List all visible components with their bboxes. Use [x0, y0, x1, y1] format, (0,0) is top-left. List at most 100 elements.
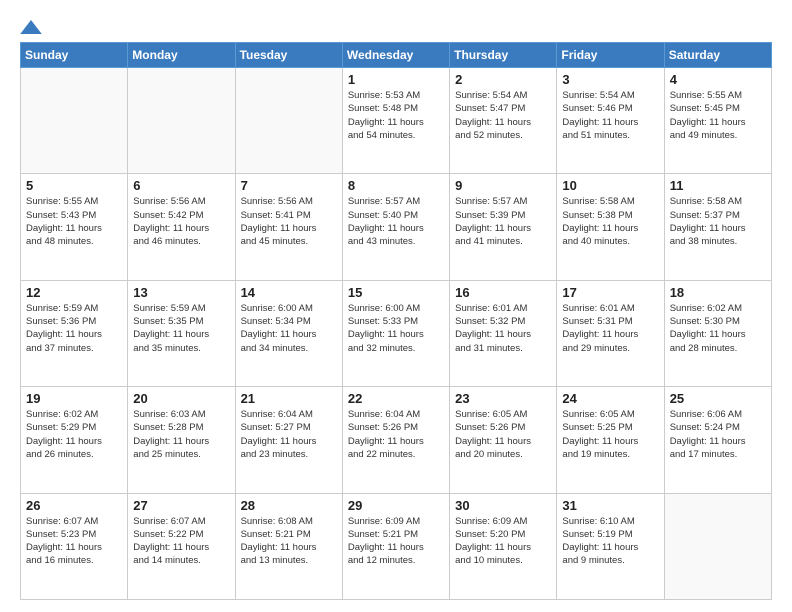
cell-text: Sunrise: 6:10 AM Sunset: 5:19 PM Dayligh… [562, 515, 658, 568]
week-row-3: 19 Sunrise: 6:02 AM Sunset: 5:29 PM Dayli… [21, 387, 772, 493]
day-number: 11 [670, 178, 766, 193]
day-number: 4 [670, 72, 766, 87]
cell-text: Sunrise: 6:02 AM Sunset: 5:29 PM Dayligh… [26, 408, 122, 461]
week-row-4: 26 Sunrise: 6:07 AM Sunset: 5:23 PM Dayli… [21, 493, 772, 599]
calendar-cell: 21 Sunrise: 6:04 AM Sunset: 5:27 PM Dayli… [235, 387, 342, 493]
calendar-body: 1Sunrise: 5:53 AM Sunset: 5:48 PM Daylig… [21, 68, 772, 600]
calendar-cell: 4 Sunrise: 5:55 AM Sunset: 5:45 PM Daylig… [664, 68, 771, 174]
cell-text: Sunrise: 6:04 AM Sunset: 5:27 PM Dayligh… [241, 408, 337, 461]
day-number: 12 [26, 285, 122, 300]
week-row-1: 5 Sunrise: 5:55 AM Sunset: 5:43 PM Daylig… [21, 174, 772, 280]
calendar-cell: 22Sunrise: 6:04 AM Sunset: 5:26 PM Dayli… [342, 387, 449, 493]
calendar-cell: 18 Sunrise: 6:02 AM Sunset: 5:30 PM Dayli… [664, 280, 771, 386]
calendar-cell: 27 Sunrise: 6:07 AM Sunset: 5:22 PM Dayli… [128, 493, 235, 599]
cell-text: Sunrise: 5:54 AM Sunset: 5:47 PM Dayligh… [455, 89, 551, 142]
header-row: SundayMondayTuesdayWednesdayThursdayFrid… [21, 43, 772, 68]
day-number: 30 [455, 498, 551, 513]
cell-text: Sunrise: 6:05 AM Sunset: 5:25 PM Dayligh… [562, 408, 658, 461]
day-number: 31 [562, 498, 658, 513]
header-day-friday: Friday [557, 43, 664, 68]
day-number: 28 [241, 498, 337, 513]
cell-text: Sunrise: 5:58 AM Sunset: 5:38 PM Dayligh… [562, 195, 658, 248]
calendar-cell: 2 Sunrise: 5:54 AM Sunset: 5:47 PM Daylig… [450, 68, 557, 174]
header-day-tuesday: Tuesday [235, 43, 342, 68]
day-number: 17 [562, 285, 658, 300]
day-number: 19 [26, 391, 122, 406]
header-day-monday: Monday [128, 43, 235, 68]
header-day-wednesday: Wednesday [342, 43, 449, 68]
cell-text: Sunrise: 6:02 AM Sunset: 5:30 PM Dayligh… [670, 302, 766, 355]
cell-text: Sunrise: 5:58 AM Sunset: 5:37 PM Dayligh… [670, 195, 766, 248]
day-number: 20 [133, 391, 229, 406]
week-row-2: 12 Sunrise: 5:59 AM Sunset: 5:36 PM Dayli… [21, 280, 772, 386]
day-number: 16 [455, 285, 551, 300]
calendar-cell: 31 Sunrise: 6:10 AM Sunset: 5:19 PM Dayli… [557, 493, 664, 599]
logo [20, 18, 46, 34]
calendar-cell [664, 493, 771, 599]
cell-text: Sunrise: 6:00 AM Sunset: 5:34 PM Dayligh… [241, 302, 337, 355]
cell-text: Sunrise: 6:07 AM Sunset: 5:23 PM Dayligh… [26, 515, 122, 568]
day-number: 29 [348, 498, 444, 513]
calendar-cell: 25 Sunrise: 6:06 AM Sunset: 5:24 PM Dayli… [664, 387, 771, 493]
cell-text: Sunrise: 6:01 AM Sunset: 5:31 PM Dayligh… [562, 302, 658, 355]
day-number: 18 [670, 285, 766, 300]
day-number: 21 [241, 391, 337, 406]
week-row-0: 1Sunrise: 5:53 AM Sunset: 5:48 PM Daylig… [21, 68, 772, 174]
day-number: 2 [455, 72, 551, 87]
calendar-header: SundayMondayTuesdayWednesdayThursdayFrid… [21, 43, 772, 68]
calendar-table: SundayMondayTuesdayWednesdayThursdayFrid… [20, 42, 772, 600]
day-number: 13 [133, 285, 229, 300]
calendar-cell: 3Sunrise: 5:54 AM Sunset: 5:46 PM Daylig… [557, 68, 664, 174]
calendar-cell: 30Sunrise: 6:09 AM Sunset: 5:20 PM Dayli… [450, 493, 557, 599]
day-number: 8 [348, 178, 444, 193]
day-number: 26 [26, 498, 122, 513]
cell-text: Sunrise: 6:03 AM Sunset: 5:28 PM Dayligh… [133, 408, 229, 461]
calendar-cell: 14Sunrise: 6:00 AM Sunset: 5:34 PM Dayli… [235, 280, 342, 386]
calendar-cell [128, 68, 235, 174]
cell-text: Sunrise: 5:53 AM Sunset: 5:48 PM Dayligh… [348, 89, 444, 142]
cell-text: Sunrise: 5:59 AM Sunset: 5:36 PM Dayligh… [26, 302, 122, 355]
cell-text: Sunrise: 6:05 AM Sunset: 5:26 PM Dayligh… [455, 408, 551, 461]
day-number: 7 [241, 178, 337, 193]
calendar-cell: 9 Sunrise: 5:57 AM Sunset: 5:39 PM Daylig… [450, 174, 557, 280]
calendar-cell: 16 Sunrise: 6:01 AM Sunset: 5:32 PM Dayli… [450, 280, 557, 386]
cell-text: Sunrise: 5:55 AM Sunset: 5:43 PM Dayligh… [26, 195, 122, 248]
cell-text: Sunrise: 6:06 AM Sunset: 5:24 PM Dayligh… [670, 408, 766, 461]
cell-text: Sunrise: 6:08 AM Sunset: 5:21 PM Dayligh… [241, 515, 337, 568]
calendar-cell [21, 68, 128, 174]
day-number: 3 [562, 72, 658, 87]
day-number: 27 [133, 498, 229, 513]
cell-text: Sunrise: 5:56 AM Sunset: 5:41 PM Dayligh… [241, 195, 337, 248]
day-number: 24 [562, 391, 658, 406]
cell-text: Sunrise: 5:55 AM Sunset: 5:45 PM Dayligh… [670, 89, 766, 142]
calendar-cell: 12 Sunrise: 5:59 AM Sunset: 5:36 PM Dayli… [21, 280, 128, 386]
header-day-sunday: Sunday [21, 43, 128, 68]
calendar-cell: 5 Sunrise: 5:55 AM Sunset: 5:43 PM Daylig… [21, 174, 128, 280]
calendar-cell: 8Sunrise: 5:57 AM Sunset: 5:40 PM Daylig… [342, 174, 449, 280]
header-day-saturday: Saturday [664, 43, 771, 68]
day-number: 9 [455, 178, 551, 193]
cell-text: Sunrise: 6:04 AM Sunset: 5:26 PM Dayligh… [348, 408, 444, 461]
cell-text: Sunrise: 6:09 AM Sunset: 5:21 PM Dayligh… [348, 515, 444, 568]
calendar-cell: 1Sunrise: 5:53 AM Sunset: 5:48 PM Daylig… [342, 68, 449, 174]
calendar-cell: 19 Sunrise: 6:02 AM Sunset: 5:29 PM Dayli… [21, 387, 128, 493]
day-number: 5 [26, 178, 122, 193]
calendar-cell: 10Sunrise: 5:58 AM Sunset: 5:38 PM Dayli… [557, 174, 664, 280]
day-number: 23 [455, 391, 551, 406]
page: SundayMondayTuesdayWednesdayThursdayFrid… [0, 0, 792, 612]
calendar-cell: 24 Sunrise: 6:05 AM Sunset: 5:25 PM Dayli… [557, 387, 664, 493]
day-number: 25 [670, 391, 766, 406]
cell-text: Sunrise: 5:59 AM Sunset: 5:35 PM Dayligh… [133, 302, 229, 355]
cell-text: Sunrise: 6:01 AM Sunset: 5:32 PM Dayligh… [455, 302, 551, 355]
cell-text: Sunrise: 5:56 AM Sunset: 5:42 PM Dayligh… [133, 195, 229, 248]
header-day-thursday: Thursday [450, 43, 557, 68]
cell-text: Sunrise: 5:57 AM Sunset: 5:39 PM Dayligh… [455, 195, 551, 248]
logo-icon [20, 20, 42, 34]
cell-text: Sunrise: 6:07 AM Sunset: 5:22 PM Dayligh… [133, 515, 229, 568]
calendar-cell: 28 Sunrise: 6:08 AM Sunset: 5:21 PM Dayli… [235, 493, 342, 599]
cell-text: Sunrise: 6:00 AM Sunset: 5:33 PM Dayligh… [348, 302, 444, 355]
calendar-cell: 15 Sunrise: 6:00 AM Sunset: 5:33 PM Dayli… [342, 280, 449, 386]
day-number: 15 [348, 285, 444, 300]
calendar-cell: 7 Sunrise: 5:56 AM Sunset: 5:41 PM Daylig… [235, 174, 342, 280]
calendar-cell: 26 Sunrise: 6:07 AM Sunset: 5:23 PM Dayli… [21, 493, 128, 599]
